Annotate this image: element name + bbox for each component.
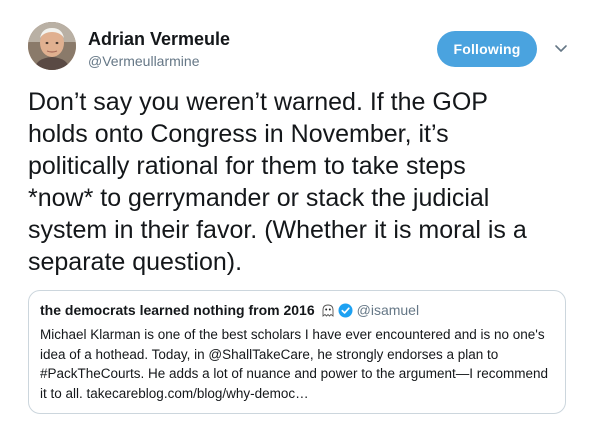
tweet-text: Don’t say you weren’t warned. If the GOP… bbox=[28, 88, 527, 276]
quoted-author-handle: @isamuel bbox=[356, 302, 420, 318]
quoted-tweet-header: the democrats learned nothing from 2016 … bbox=[40, 302, 419, 318]
following-button[interactable]: Following bbox=[437, 31, 537, 67]
quoted-author-name: the democrats learned nothing from 2016 bbox=[40, 302, 315, 318]
ghost-emoji-icon bbox=[322, 304, 334, 317]
avatar[interactable] bbox=[28, 22, 76, 70]
author-handle[interactable]: @Vermeullarmine bbox=[88, 53, 199, 69]
author-name[interactable]: Adrian Vermeule bbox=[88, 29, 230, 50]
quoted-tweet-text: Michael Klarman is one of the best schol… bbox=[40, 327, 549, 401]
chevron-down-icon[interactable] bbox=[553, 40, 569, 56]
verified-badge-icon bbox=[338, 303, 353, 318]
avatar-photo bbox=[28, 22, 76, 70]
quoted-tweet-card[interactable]: the democrats learned nothing from 2016 … bbox=[28, 290, 566, 414]
